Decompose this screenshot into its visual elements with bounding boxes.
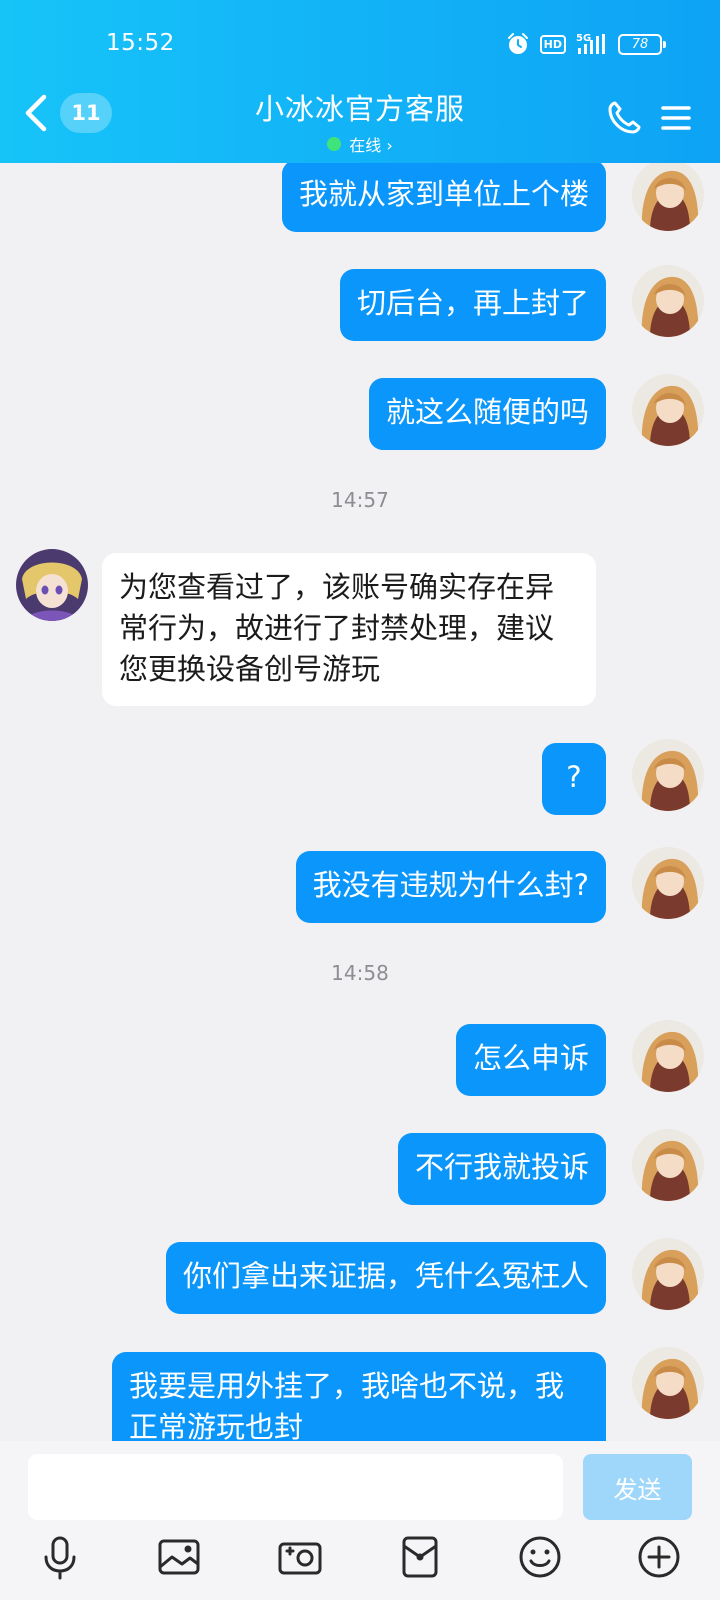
input-toolbar: [0, 1533, 720, 1589]
my-avatar[interactable]: [632, 265, 704, 337]
user-avatar-illustration: [632, 374, 704, 446]
my-avatar[interactable]: [632, 1347, 704, 1419]
outgoing-message[interactable]: 不行我就投诉: [397, 1133, 606, 1205]
agent-avatar[interactable]: [16, 549, 88, 621]
outgoing-message[interactable]: 我就从家到单位上个楼: [281, 163, 606, 232]
hd-badge: HD: [539, 34, 566, 54]
outgoing-message[interactable]: 就这么随便的吗: [368, 378, 606, 450]
emoji-icon[interactable]: [516, 1533, 564, 1581]
chevron-left-icon: [25, 94, 47, 132]
user-avatar-illustration: [632, 1347, 704, 1419]
send-button[interactable]: 发送: [583, 1454, 692, 1520]
chat-title-block[interactable]: 小冰冰官方客服 在线 ›: [160, 86, 560, 156]
red-packet-icon[interactable]: [396, 1533, 444, 1581]
alarm-icon: [507, 33, 528, 54]
outgoing-message[interactable]: 怎么申诉: [455, 1024, 606, 1096]
back-button[interactable]: 11: [20, 92, 112, 134]
my-avatar[interactable]: [632, 374, 704, 446]
user-avatar-illustration: [632, 163, 704, 231]
input-bar: 发送: [0, 1441, 720, 1600]
presence-label: 在线 ›: [349, 136, 393, 155]
my-avatar[interactable]: [632, 739, 704, 811]
status-time: 15:52: [106, 30, 175, 56]
microphone-icon[interactable]: [36, 1533, 84, 1581]
chat-title: 小冰冰官方客服: [254, 92, 465, 126]
my-avatar[interactable]: [632, 163, 704, 231]
camera-icon[interactable]: [276, 1533, 324, 1581]
status-bar: 15:52 HD 5G 78: [0, 0, 720, 90]
my-avatar[interactable]: [632, 1020, 704, 1092]
status-icons: HD 5G 78: [506, 32, 666, 56]
message-timestamp: 14:57: [331, 488, 389, 512]
battery-indicator: 78: [618, 33, 666, 55]
user-avatar-illustration: [632, 1020, 704, 1092]
message-input[interactable]: [28, 1454, 563, 1520]
unread-count-badge: 11: [60, 93, 112, 133]
outgoing-message[interactable]: ?: [542, 743, 606, 815]
incoming-message[interactable]: 为您查看过了，该账号确实存在异 常行为，故进行了封禁处理，建议 您更换设备创号游…: [102, 553, 596, 706]
outgoing-message[interactable]: 你们拿出来证据，凭什么冤枉人: [165, 1242, 606, 1314]
outgoing-message[interactable]: 我要是用外挂了，我啥也不说，我 正常游玩也封: [112, 1352, 606, 1441]
user-avatar-illustration: [632, 847, 704, 919]
my-avatar[interactable]: [632, 1238, 704, 1310]
online-dot-icon: [327, 137, 342, 151]
user-avatar-illustration: [632, 1129, 704, 1201]
chat-header: 15:52 HD 5G 78 11 小冰冰官方客服 在线 ›: [0, 0, 720, 163]
agent-avatar-illustration: [16, 549, 88, 621]
user-avatar-illustration: [632, 1238, 704, 1310]
outgoing-message[interactable]: 切后台，再上封了: [339, 269, 606, 341]
my-avatar[interactable]: [632, 1129, 704, 1201]
message-timestamp: 14:58: [331, 961, 389, 985]
signal-5g-icon: 5G: [576, 33, 605, 54]
network-label: 5G: [576, 33, 591, 44]
message-list[interactable]: 我就从家到单位上个楼 切后台，再上封了 就这么随便的吗 14:57 为您查看过了…: [0, 163, 720, 1441]
plus-icon[interactable]: [635, 1533, 683, 1581]
phone-call-icon[interactable]: [604, 98, 644, 138]
image-icon[interactable]: [155, 1533, 203, 1581]
user-avatar-illustration: [632, 739, 704, 811]
outgoing-message[interactable]: 我没有违规为什么封?: [295, 851, 606, 923]
my-avatar[interactable]: [632, 847, 704, 919]
user-avatar-illustration: [632, 265, 704, 337]
presence-status[interactable]: 在线 ›: [160, 132, 560, 156]
menu-icon[interactable]: [656, 98, 696, 138]
